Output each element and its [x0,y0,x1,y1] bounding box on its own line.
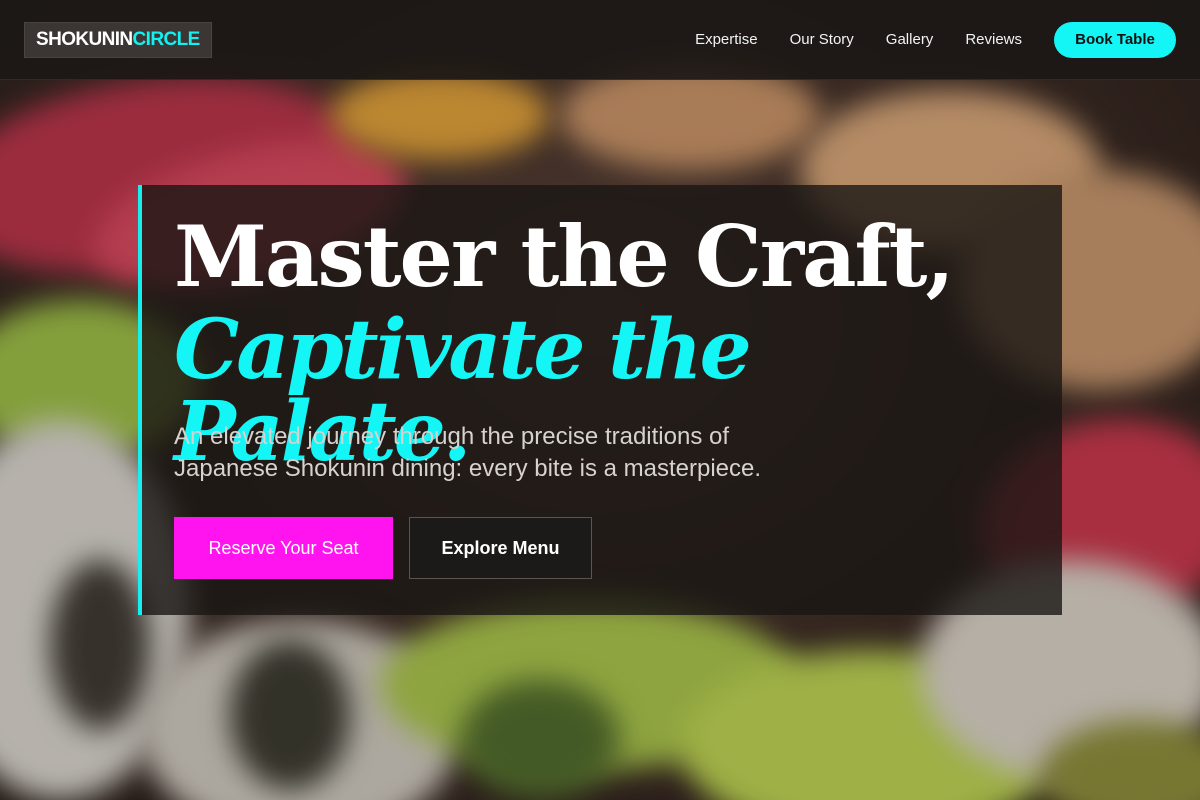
headline-line-2: Captivate the Palate. [174,302,752,480]
nav-link-gallery[interactable]: Gallery [886,31,934,48]
hero-headline: Master the Craft, Captivate the Palate. [174,207,1062,480]
logo-text-primary: SHOKUNIN [36,28,133,50]
hero-subtext: An elevated journey through the precise … [174,423,762,482]
headline-line-1: Master the Craft, [174,207,955,306]
main-navigation: Expertise Our Story Gallery Reviews Book… [695,21,1176,58]
hero-cta-group: Reserve Your Seat Explore Menu [174,517,1062,579]
nav-link-our-story[interactable]: Our Story [790,31,854,48]
nav-link-expertise[interactable]: Expertise [695,31,758,48]
navbar: SHOKUNIN CIRCLE Expertise Our Story Galle… [0,0,1200,80]
hero-panel: Master the Craft, Captivate the Palate. … [138,185,1062,615]
explore-menu-button[interactable]: Explore Menu [409,517,592,579]
nav-link-reviews[interactable]: Reviews [965,31,1022,48]
logo-text-accent: CIRCLE [132,28,201,50]
book-table-button[interactable]: Book Table [1054,21,1176,58]
brand-logo[interactable]: SHOKUNIN CIRCLE [24,21,212,58]
reserve-seat-button[interactable]: Reserve Your Seat [174,517,393,579]
